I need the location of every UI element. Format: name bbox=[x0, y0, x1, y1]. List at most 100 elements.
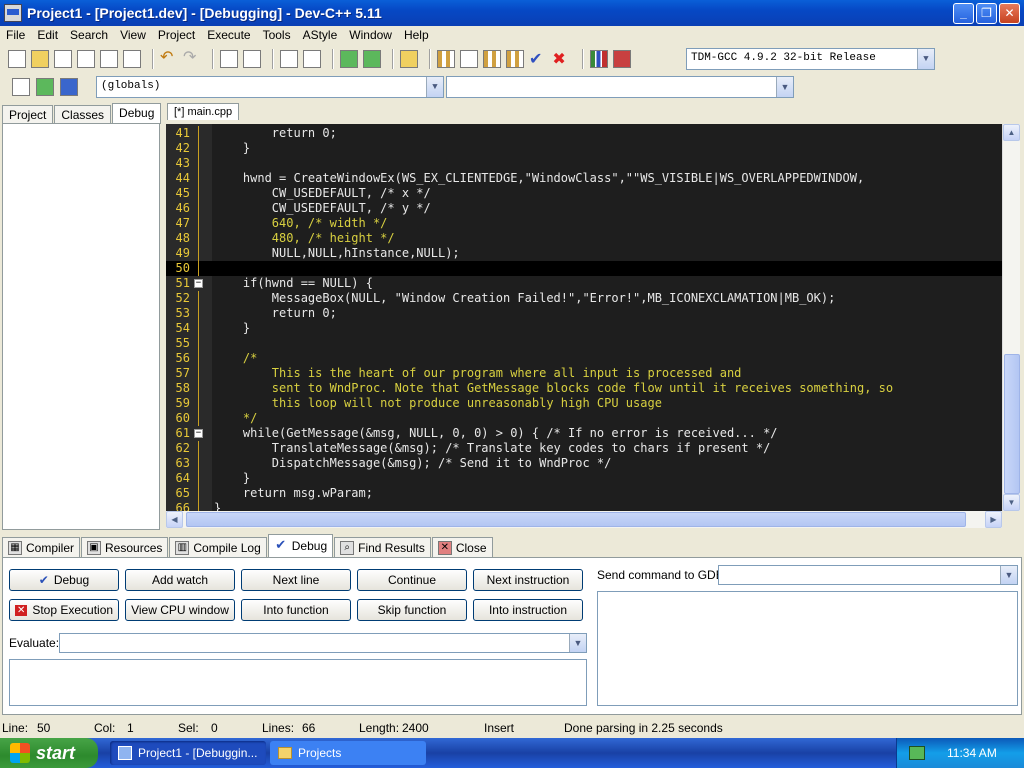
tab-resources[interactable]: ▣ Resources bbox=[81, 537, 169, 557]
code-line[interactable]: 65 return msg.wParam; bbox=[166, 486, 1002, 501]
remove-from-project-icon[interactable] bbox=[363, 50, 381, 68]
menu-search[interactable]: Search bbox=[64, 28, 114, 42]
editor-tab-main-cpp[interactable]: [*] main.cpp bbox=[167, 103, 240, 120]
chevron-down-icon[interactable]: ▼ bbox=[569, 634, 586, 652]
code-line[interactable]: 51− if(hwnd == NULL) { bbox=[166, 276, 1002, 291]
code-line[interactable]: 55 bbox=[166, 336, 1002, 351]
compiler-select[interactable]: TDM-GCC 4.9.2 32-bit Release ▼ bbox=[686, 48, 935, 70]
tab-project[interactable]: Project bbox=[2, 105, 54, 124]
clock[interactable]: 11:34 AM bbox=[947, 746, 997, 760]
minimize-button[interactable]: _ bbox=[953, 2, 974, 24]
close-button[interactable]: ✕ bbox=[999, 2, 1020, 24]
skip-function-button[interactable]: Skip function bbox=[357, 599, 467, 621]
debug-button[interactable]: ✔ Debug bbox=[9, 569, 119, 591]
menu-view[interactable]: View bbox=[114, 28, 152, 42]
stop-execution-button[interactable]: ✕ Stop Execution bbox=[9, 599, 119, 621]
menu-window[interactable]: Window bbox=[343, 28, 398, 42]
taskbar-item-projects[interactable]: Projects bbox=[270, 741, 426, 765]
delete-profile-icon[interactable] bbox=[612, 50, 631, 68]
rebuild-all-icon[interactable] bbox=[506, 50, 524, 68]
save-icon[interactable] bbox=[54, 50, 72, 68]
code-line[interactable]: 63 DispatchMessage(&msg); /* Send it to … bbox=[166, 456, 1002, 471]
code-editor[interactable]: 41 return 0; 42 } 43 44 hwnd = CreateWindow… bbox=[166, 124, 1002, 511]
code-line[interactable]: 43 bbox=[166, 156, 1002, 171]
tab-compile-log[interactable]: ▥ Compile Log bbox=[169, 537, 267, 557]
tab-find-results[interactable]: ⌕ Find Results bbox=[334, 537, 431, 557]
goto-icon[interactable] bbox=[60, 78, 78, 96]
goto-line-icon[interactable] bbox=[303, 50, 321, 68]
menu-project[interactable]: Project bbox=[152, 28, 201, 42]
scroll-down-button[interactable]: ▼ bbox=[1003, 494, 1020, 511]
open-file-icon[interactable] bbox=[31, 50, 49, 68]
maximize-button[interactable]: ❐ bbox=[976, 2, 997, 24]
insert-icon[interactable] bbox=[12, 78, 30, 96]
syntax-check-icon[interactable]: ✔ bbox=[529, 49, 542, 69]
function-select[interactable]: ▼ bbox=[446, 76, 794, 98]
view-cpu-window-button[interactable]: View CPU window bbox=[125, 599, 235, 621]
chevron-down-icon[interactable]: ▼ bbox=[917, 49, 934, 69]
code-line[interactable]: 57 This is the heart of our program wher… bbox=[166, 366, 1002, 381]
menu-astyle[interactable]: AStyle bbox=[297, 28, 344, 42]
code-line[interactable]: 44 hwnd = CreateWindowEx(WS_EX_CLIENTEDG… bbox=[166, 171, 1002, 186]
tab-debug-watch[interactable]: Debug bbox=[112, 103, 162, 124]
code-line[interactable]: 48 480, /* height */ bbox=[166, 231, 1002, 246]
editor-vertical-scrollbar[interactable]: ▲ ▼ bbox=[1002, 124, 1020, 511]
menu-help[interactable]: Help bbox=[398, 28, 435, 42]
code-line[interactable]: 62 TranslateMessage(&msg); /* Translate … bbox=[166, 441, 1002, 456]
code-line[interactable]: 45 CW_USEDEFAULT, /* x */ bbox=[166, 186, 1002, 201]
fold-toggle-icon[interactable]: − bbox=[194, 279, 203, 288]
tab-debug[interactable]: ✔ Debug bbox=[267, 534, 334, 557]
new-file-icon[interactable] bbox=[8, 50, 26, 68]
save-all-icon[interactable] bbox=[77, 50, 95, 68]
close-file-icon[interactable] bbox=[100, 50, 118, 68]
compile-icon[interactable] bbox=[437, 50, 455, 68]
continue-button[interactable]: Continue bbox=[357, 569, 467, 591]
into-instruction-button[interactable]: Into instruction bbox=[473, 599, 583, 621]
start-button[interactable]: start bbox=[0, 738, 98, 768]
menu-execute[interactable]: Execute bbox=[201, 28, 256, 42]
code-line[interactable]: 41 return 0; bbox=[166, 126, 1002, 141]
class-scope-select[interactable]: (globals) ▼ bbox=[96, 76, 444, 98]
chevron-down-icon[interactable]: ▼ bbox=[776, 77, 793, 97]
code-line[interactable]: 59 this loop will not produce unreasonab… bbox=[166, 396, 1002, 411]
chevron-down-icon[interactable]: ▼ bbox=[426, 77, 443, 97]
chevron-down-icon[interactable]: ▼ bbox=[1000, 566, 1017, 584]
code-line[interactable]: 53 return 0; bbox=[166, 306, 1002, 321]
network-icon[interactable] bbox=[909, 746, 925, 760]
menu-tools[interactable]: Tools bbox=[257, 28, 297, 42]
add-watch-button[interactable]: Add watch bbox=[125, 569, 235, 591]
code-line[interactable]: 54 } bbox=[166, 321, 1002, 336]
scroll-left-button[interactable]: ◀ bbox=[166, 511, 183, 528]
replace-icon[interactable] bbox=[243, 50, 261, 68]
toggle-icon[interactable] bbox=[36, 78, 54, 96]
scroll-thumb[interactable] bbox=[186, 512, 966, 527]
code-line[interactable]: 47 640, /* width */ bbox=[166, 216, 1002, 231]
code-line[interactable]: 61− while(GetMessage(&msg, NULL, 0, 0) >… bbox=[166, 426, 1002, 441]
add-to-project-icon[interactable] bbox=[340, 50, 358, 68]
menu-file[interactable]: File bbox=[0, 28, 31, 42]
code-line[interactable]: 58 sent to WndProc. Note that GetMessage… bbox=[166, 381, 1002, 396]
find-icon[interactable] bbox=[220, 50, 238, 68]
menu-edit[interactable]: Edit bbox=[31, 28, 64, 42]
toggle-bookmark-icon[interactable] bbox=[280, 50, 298, 68]
fold-toggle-icon[interactable]: − bbox=[194, 429, 203, 438]
code-line[interactable]: 49 NULL,NULL,hInstance,NULL); bbox=[166, 246, 1002, 261]
code-line[interactable]: 60 */ bbox=[166, 411, 1002, 426]
devcpp-app-icon[interactable] bbox=[4, 4, 22, 22]
tab-close[interactable]: ✕ Close bbox=[431, 537, 493, 557]
run-icon[interactable] bbox=[460, 50, 478, 68]
scroll-right-button[interactable]: ▶ bbox=[985, 511, 1002, 528]
into-function-button[interactable]: Into function bbox=[241, 599, 351, 621]
evaluate-output[interactable] bbox=[9, 659, 587, 706]
next-line-button[interactable]: Next line bbox=[241, 569, 351, 591]
compile-run-icon[interactable] bbox=[483, 50, 501, 68]
gdb-command-input[interactable]: ▼ bbox=[718, 565, 1018, 585]
redo-icon[interactable]: ↷ bbox=[183, 50, 201, 68]
debug-watch-panel[interactable] bbox=[2, 123, 160, 530]
gdb-output[interactable] bbox=[597, 591, 1018, 706]
code-line[interactable]: 64 } bbox=[166, 471, 1002, 486]
profile-chart-icon[interactable] bbox=[589, 50, 608, 68]
code-line[interactable]: 50 bbox=[166, 261, 1002, 276]
code-line[interactable]: 56 /* bbox=[166, 351, 1002, 366]
next-instruction-button[interactable]: Next instruction bbox=[473, 569, 583, 591]
